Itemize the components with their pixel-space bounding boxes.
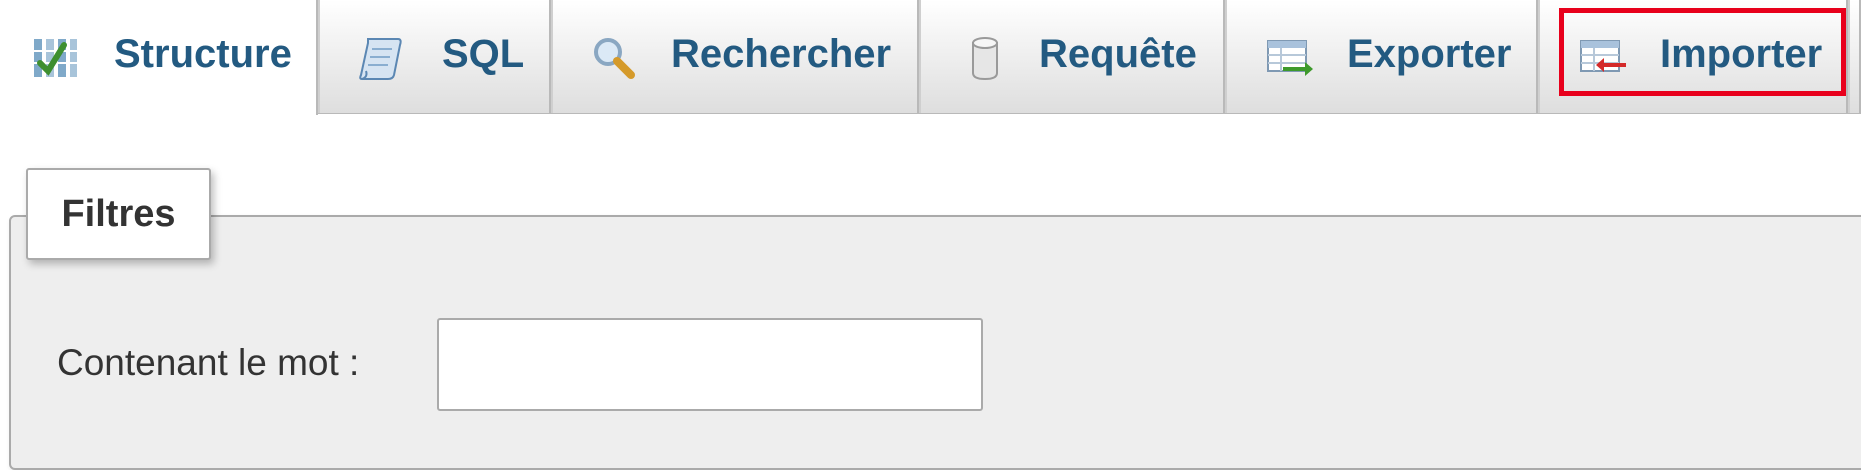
sql-scroll-icon bbox=[356, 33, 406, 83]
tab-rechercher-label: Rechercher bbox=[671, 32, 892, 76]
phpmyadmin-page: Structure SQL Rechercher Requête Exporte… bbox=[0, 0, 1861, 470]
tab-structure[interactable]: Structure bbox=[0, 0, 318, 115]
tab-importer-label: Importer bbox=[1660, 32, 1823, 76]
contains-word-label: Contenant le mot : bbox=[57, 342, 360, 383]
tab-more-partial[interactable] bbox=[1848, 0, 1861, 113]
tab-sql[interactable]: SQL bbox=[318, 0, 551, 113]
database-cylinder-icon bbox=[963, 33, 1013, 83]
tab-rechercher[interactable]: Rechercher bbox=[551, 0, 919, 113]
magnifier-icon bbox=[589, 33, 639, 83]
contains-word-input[interactable] bbox=[437, 318, 983, 411]
tab-exporter-label: Exporter bbox=[1347, 32, 1512, 76]
tab-structure-label: Structure bbox=[114, 32, 292, 76]
export-icon bbox=[1265, 33, 1315, 83]
tab-requete[interactable]: Requête bbox=[919, 0, 1225, 113]
tab-exporter[interactable]: Exporter bbox=[1225, 0, 1538, 113]
structure-icon bbox=[30, 33, 80, 83]
tab-importer[interactable]: Importer bbox=[1538, 0, 1848, 113]
import-icon bbox=[1578, 33, 1628, 83]
filters-legend: Filtres bbox=[26, 168, 211, 260]
tab-sql-label: SQL bbox=[442, 32, 525, 76]
tab-bar: Structure SQL Rechercher Requête Exporte… bbox=[0, 0, 1861, 115]
tab-requete-label: Requête bbox=[1039, 32, 1197, 76]
